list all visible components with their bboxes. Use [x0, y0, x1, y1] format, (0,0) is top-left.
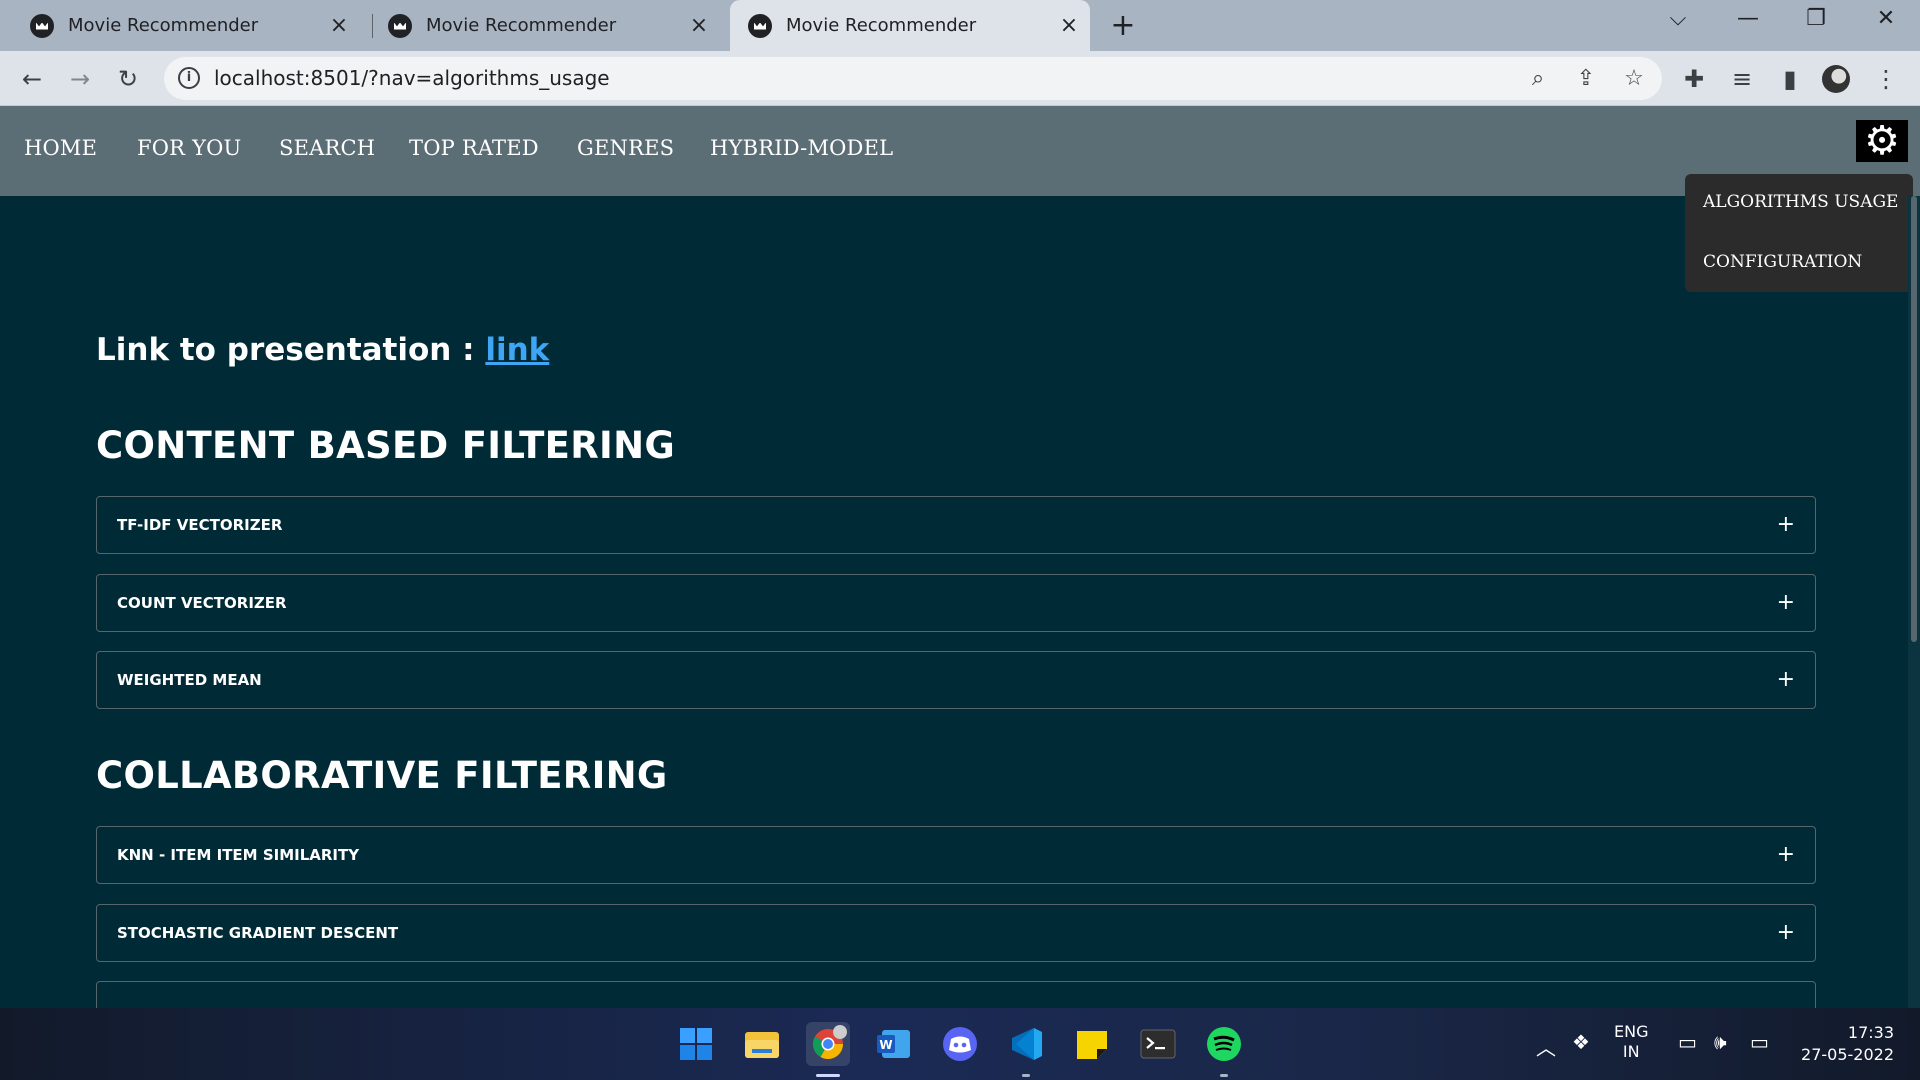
- show-hidden-icons-chevron-icon[interactable]: ︿: [1536, 1032, 1556, 1061]
- terminal-icon[interactable]: [1136, 1022, 1180, 1066]
- volume-icon[interactable]: 🕪: [1714, 1030, 1727, 1054]
- expander-count-vectorizer[interactable]: COUNT VECTORIZER +: [96, 574, 1816, 632]
- network-icon[interactable]: ▭: [1678, 1030, 1697, 1054]
- nav-search[interactable]: SEARCH: [279, 106, 375, 190]
- zoom-icon[interactable]: ⌕: [1522, 63, 1554, 95]
- scrollbar-thumb[interactable]: [1911, 196, 1917, 642]
- svg-text:W: W: [879, 1038, 892, 1052]
- nav-for-you[interactable]: FOR YOU: [137, 106, 241, 190]
- spotify-icon[interactable]: [1202, 1022, 1246, 1066]
- restore-window-button[interactable]: ❐: [1796, 6, 1836, 31]
- browser-tab-1[interactable]: Movie Recommender ×: [0, 0, 360, 51]
- region-code: IN: [1622, 1042, 1640, 1061]
- discord-icon[interactable]: [938, 1022, 982, 1066]
- tab-title: Movie Recommender: [68, 15, 259, 36]
- language-indicator[interactable]: ENG IN: [1614, 1022, 1648, 1062]
- presentation-link-row: Link to presentation : link: [96, 332, 549, 368]
- streamlit-favicon-icon: [30, 13, 54, 38]
- address-bar[interactable]: i localhost:8501/?nav=algorithms_usage ⌕…: [164, 57, 1662, 100]
- clock[interactable]: 17:33 27-05-2022: [1798, 1022, 1894, 1066]
- file-explorer-icon[interactable]: [740, 1022, 784, 1066]
- battery-icon[interactable]: ▭: [1750, 1030, 1769, 1054]
- expand-plus-icon: +: [1776, 590, 1795, 615]
- tab-title: Movie Recommender: [426, 15, 617, 36]
- tab-close-icon[interactable]: ×: [684, 13, 714, 38]
- language-code: ENG: [1614, 1022, 1649, 1041]
- tab-title: Movie Recommender: [786, 15, 977, 36]
- expand-plus-icon: +: [1776, 512, 1795, 537]
- windows-taskbar: W ︿ ❖ ENG IN ▭ 🕪 ▭ 17:33 27-05-2022: [0, 1008, 1920, 1080]
- browser-tab-3-active[interactable]: Movie Recommender ×: [730, 0, 1090, 51]
- vscode-running-indicator: [1022, 1074, 1030, 1077]
- expander-label: COUNT VECTORIZER: [117, 594, 287, 612]
- vscode-icon[interactable]: [1004, 1022, 1048, 1066]
- minimize-window-button[interactable]: —: [1728, 6, 1768, 31]
- tab-close-icon[interactable]: ×: [1054, 13, 1084, 38]
- expander-knn-item-item[interactable]: KNN - ITEM ITEM SIMILARITY +: [96, 826, 1816, 884]
- sticky-notes-icon[interactable]: [1070, 1022, 1114, 1066]
- side-panel-icon[interactable]: ▮: [1772, 61, 1808, 97]
- expander-label: KNN - ITEM ITEM SIMILARITY: [117, 846, 360, 864]
- chrome-icon[interactable]: [806, 1022, 850, 1066]
- extensions-puzzle-icon[interactable]: ✚: [1676, 61, 1712, 97]
- expander-weighted-mean[interactable]: WEIGHTED MEAN +: [96, 651, 1816, 709]
- app-navbar: HOME FOR YOU SEARCH TOP RATED GENRES HYB…: [0, 106, 1920, 196]
- expand-plus-icon: +: [1776, 842, 1795, 867]
- nav-home[interactable]: HOME: [24, 106, 97, 190]
- main-content: Link to presentation : link CONTENT BASE…: [96, 196, 1816, 1039]
- tab-search-dropdown-icon[interactable]: ⌵: [1658, 6, 1698, 31]
- expander-label: TF-IDF VECTORIZER: [117, 516, 283, 534]
- tab-close-icon[interactable]: ×: [324, 13, 354, 38]
- expand-plus-icon: +: [1776, 667, 1795, 692]
- section-title-collaborative: COLLABORATIVE FILTERING: [96, 754, 668, 797]
- expander-sgd[interactable]: STOCHASTIC GRADIENT DESCENT +: [96, 904, 1816, 962]
- expander-label: STOCHASTIC GRADIENT DESCENT: [117, 924, 399, 942]
- presentation-link-label: Link to presentation :: [96, 332, 486, 368]
- presentation-link[interactable]: link: [485, 332, 549, 368]
- streamlit-favicon-icon: [748, 13, 772, 38]
- close-window-button[interactable]: ✕: [1866, 6, 1906, 31]
- streamlit-favicon-icon: [388, 13, 412, 38]
- dropbox-icon[interactable]: ❖: [1572, 1030, 1590, 1054]
- clock-time: 17:33: [1847, 1023, 1894, 1042]
- forward-arrow-icon[interactable]: →: [62, 61, 98, 97]
- url-text[interactable]: localhost:8501/?nav=algorithms_usage: [214, 57, 610, 100]
- browser-tab-2[interactable]: Movie Recommender ×: [358, 0, 720, 51]
- expand-plus-icon: +: [1776, 920, 1795, 945]
- spotify-running-indicator: [1220, 1074, 1228, 1077]
- back-arrow-icon[interactable]: ←: [14, 61, 50, 97]
- section-title-content-based: CONTENT BASED FILTERING: [96, 424, 676, 467]
- site-info-icon[interactable]: i: [178, 67, 200, 89]
- nav-genres[interactable]: GENRES: [577, 106, 674, 190]
- nav-hybrid-model[interactable]: HYBRID-MODEL: [710, 106, 893, 190]
- windows-start-icon[interactable]: [674, 1022, 718, 1066]
- page-scrollbar[interactable]: [1908, 196, 1920, 1008]
- browser-tabstrip: Movie Recommender × Movie Recommender × …: [0, 0, 1920, 51]
- share-icon[interactable]: ⇪: [1570, 63, 1602, 95]
- reload-icon[interactable]: ↻: [110, 61, 146, 97]
- chrome-active-indicator: [816, 1074, 840, 1077]
- clock-date: 27-05-2022: [1801, 1045, 1894, 1064]
- settings-gear-icon[interactable]: ⚙: [1856, 120, 1908, 162]
- new-tab-button[interactable]: +: [1108, 8, 1138, 43]
- word-icon[interactable]: W: [872, 1022, 916, 1066]
- nav-top-rated[interactable]: TOP RATED: [409, 106, 539, 190]
- expander-label: WEIGHTED MEAN: [117, 671, 262, 689]
- expander-tf-idf-vectorizer[interactable]: TF-IDF VECTORIZER +: [96, 496, 1816, 554]
- bookmark-star-icon[interactable]: ☆: [1618, 63, 1650, 95]
- browser-toolbar: ← → ↻ i localhost:8501/?nav=algorithms_u…: [0, 51, 1920, 106]
- media-control-icon[interactable]: ≡: [1724, 61, 1760, 97]
- browser-menu-kebab-icon[interactable]: ⋮: [1868, 61, 1904, 97]
- profile-avatar[interactable]: [1822, 65, 1850, 93]
